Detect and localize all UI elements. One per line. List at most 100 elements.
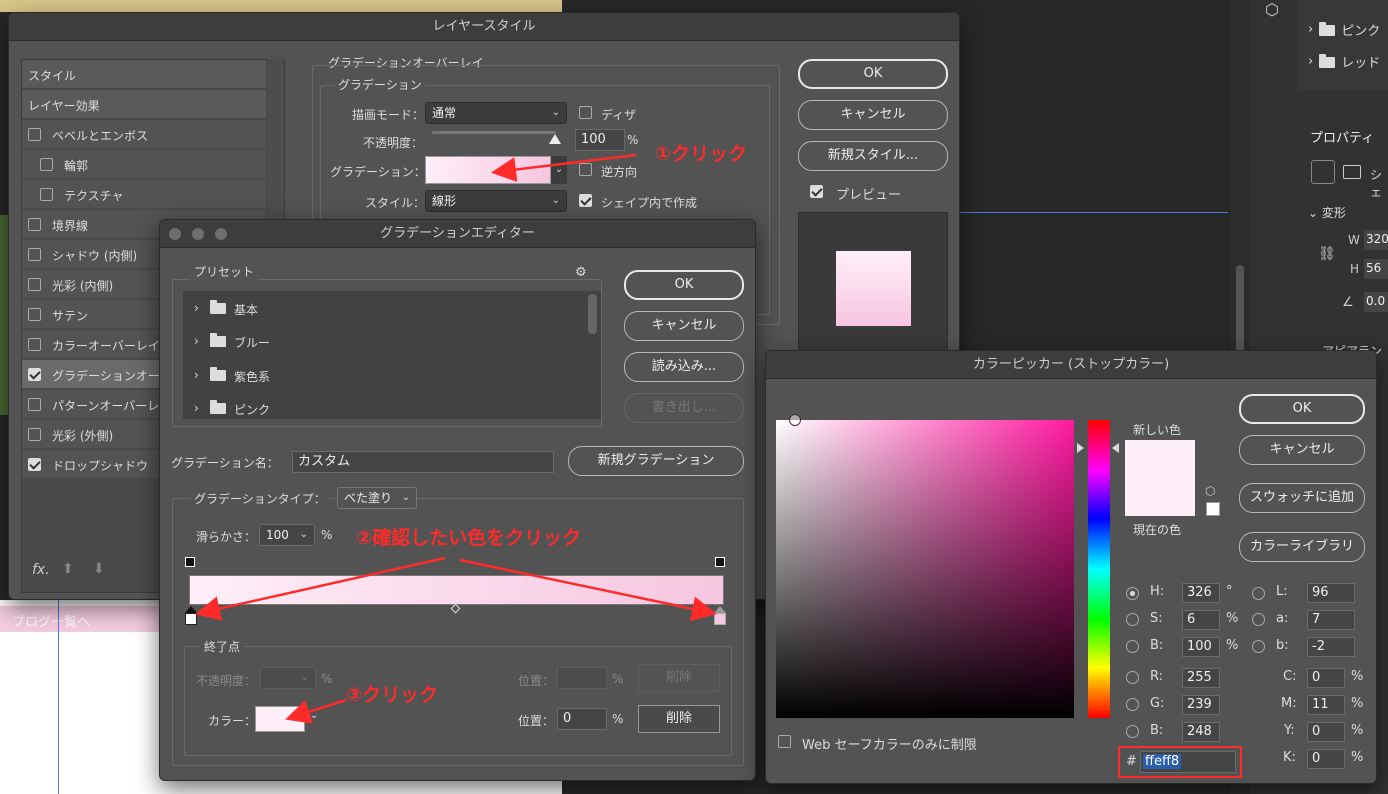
angle-value[interactable]: 0.0 xyxy=(1364,292,1388,312)
color-stop-left[interactable] xyxy=(185,613,197,625)
transform-icon[interactable] xyxy=(1311,160,1335,184)
pattern-overlay-checkbox[interactable] xyxy=(28,398,41,411)
color-location-field[interactable]: 0 xyxy=(557,708,607,730)
radio-h[interactable] xyxy=(1126,587,1139,600)
k-field[interactable]: 0 xyxy=(1307,749,1345,769)
align-checkbox[interactable] xyxy=(579,194,592,207)
current-color-swatch[interactable] xyxy=(1125,478,1195,516)
cube-icon[interactable]: ⬡ xyxy=(1265,0,1283,19)
s-field[interactable]: 6 xyxy=(1182,610,1220,630)
opacity-slider-thumb[interactable] xyxy=(549,134,561,144)
h-field[interactable]: 326 xyxy=(1182,583,1220,603)
picker-ok-button[interactable]: OK xyxy=(1239,394,1365,424)
mask-icon[interactable] xyxy=(1343,165,1361,179)
gamut-cube-icon[interactable]: ⬡ xyxy=(1205,484,1215,498)
gradient-dropdown[interactable]: ⌄ xyxy=(551,156,567,184)
b-field[interactable]: 100 xyxy=(1182,637,1220,657)
link-icon[interactable]: ⛓ xyxy=(1318,246,1336,262)
minimize-icon[interactable] xyxy=(192,228,204,240)
list-item-effects[interactable]: レイヤー効果 xyxy=(22,90,266,119)
add-swatch-button[interactable]: スウォッチに追加 xyxy=(1239,483,1365,513)
drop-shadow-checkbox[interactable] xyxy=(28,458,41,471)
color-overlay-checkbox[interactable] xyxy=(28,338,41,351)
gradient-name-field[interactable]: カスタム xyxy=(292,451,554,473)
zoom-icon[interactable] xyxy=(215,228,227,240)
list-item-texture[interactable]: テクスチャ xyxy=(22,180,266,209)
preset-folder[interactable]: › ブルー xyxy=(184,325,584,358)
blue-field[interactable]: 248 xyxy=(1182,722,1220,742)
gradient-bar[interactable] xyxy=(189,575,724,605)
delete-button-disabled[interactable]: 削除 xyxy=(638,664,720,692)
load-button[interactable]: 読み込み... xyxy=(624,352,744,382)
preview-checkbox[interactable] xyxy=(810,185,823,198)
radio-g[interactable] xyxy=(1126,698,1139,711)
color-field-cursor[interactable] xyxy=(789,414,801,426)
r-field[interactable]: 255 xyxy=(1182,668,1220,688)
m-field[interactable]: 11 xyxy=(1307,695,1345,715)
h-value[interactable]: 56 xyxy=(1364,259,1388,279)
move-up-icon[interactable]: ⬆ xyxy=(62,561,74,577)
y-field[interactable]: 0 xyxy=(1307,722,1345,742)
c-field[interactable]: 0 xyxy=(1307,668,1345,688)
gradient-type-select[interactable]: べた塗り ⌄ xyxy=(337,487,417,509)
texture-checkbox[interactable] xyxy=(40,188,53,201)
reverse-checkbox[interactable] xyxy=(579,163,592,176)
shape-tab[interactable]: シェ xyxy=(1370,166,1388,200)
export-button[interactable]: 書き出し... xyxy=(624,393,744,423)
fx-button[interactable]: fx. xyxy=(32,562,50,578)
opacity-stop-left[interactable] xyxy=(185,557,195,567)
bevel-checkbox[interactable] xyxy=(28,128,41,141)
radio-s[interactable] xyxy=(1126,613,1139,626)
radio-a[interactable] xyxy=(1252,613,1265,626)
properties-tab[interactable]: プロパティ xyxy=(1310,127,1374,146)
lab-b-field[interactable]: -2 xyxy=(1307,637,1355,657)
inner-shadow-checkbox[interactable] xyxy=(28,248,41,261)
web-safe-swatch[interactable] xyxy=(1206,502,1220,516)
layer-style-cancel-button[interactable]: キャンセル xyxy=(798,100,948,130)
a-field[interactable]: 7 xyxy=(1307,610,1355,630)
radio-b[interactable] xyxy=(1126,640,1139,653)
layer-red[interactable]: › レッド xyxy=(1308,52,1380,71)
blog-link[interactable]: ブログ一覧へ xyxy=(12,611,90,630)
color-libraries-button[interactable]: カラーライブラリ xyxy=(1239,532,1365,562)
web-only-checkbox[interactable] xyxy=(778,735,791,748)
transform-header[interactable]: ⌄ 変形 xyxy=(1308,204,1346,221)
gradient-overlay-checkbox[interactable] xyxy=(28,368,41,381)
radio-blue[interactable] xyxy=(1126,725,1139,738)
dither-checkbox[interactable] xyxy=(579,106,592,119)
preset-folder[interactable]: › ピンク xyxy=(184,392,584,418)
g-field[interactable]: 239 xyxy=(1182,695,1220,715)
picker-cancel-button[interactable]: キャンセル xyxy=(1239,435,1365,465)
preset-folder[interactable]: › 基本 xyxy=(184,292,584,325)
opacity-field[interactable]: 100 xyxy=(575,129,625,151)
radio-l[interactable] xyxy=(1252,587,1265,600)
gradient-ok-button[interactable]: OK xyxy=(624,270,744,300)
preset-folder[interactable]: › 紫色系 xyxy=(184,359,584,392)
delete-button[interactable]: 削除 xyxy=(638,705,720,733)
new-gradient-button[interactable]: 新規グラデーション xyxy=(568,446,744,476)
color-field[interactable] xyxy=(776,420,1074,718)
contour-checkbox[interactable] xyxy=(40,158,53,171)
radio-lab-b[interactable] xyxy=(1252,640,1265,653)
l-field[interactable]: 96 xyxy=(1307,583,1355,603)
hue-right-arrow[interactable] xyxy=(1112,443,1119,453)
opacity-stop-right[interactable] xyxy=(715,557,725,567)
new-style-button[interactable]: 新規スタイル... xyxy=(798,141,948,171)
radio-r[interactable] xyxy=(1126,671,1139,684)
blend-mode-select[interactable]: 通常 ⌄ xyxy=(425,102,567,124)
list-item-bevel[interactable]: ベベルとエンボス xyxy=(22,120,266,149)
color-dropdown-icon[interactable]: ⌄ xyxy=(310,710,318,721)
color-swatch[interactable] xyxy=(255,706,305,732)
move-down-icon[interactable]: ⬇ xyxy=(93,561,105,577)
stroke-checkbox[interactable] xyxy=(28,218,41,231)
presets-scrollbar[interactable] xyxy=(588,294,597,334)
color-stop-right[interactable] xyxy=(714,613,726,625)
hue-slider[interactable] xyxy=(1088,420,1110,718)
list-item-styles[interactable]: スタイル xyxy=(22,60,266,89)
w-value[interactable]: 320 xyxy=(1364,230,1388,250)
gradient-swatch[interactable] xyxy=(425,156,551,184)
gear-icon[interactable]: ⚙ xyxy=(575,265,587,280)
opacity-slider-track[interactable] xyxy=(432,131,556,134)
style-select[interactable]: 線形 ⌄ xyxy=(425,190,567,212)
gradient-cancel-button[interactable]: キャンセル xyxy=(624,311,744,341)
